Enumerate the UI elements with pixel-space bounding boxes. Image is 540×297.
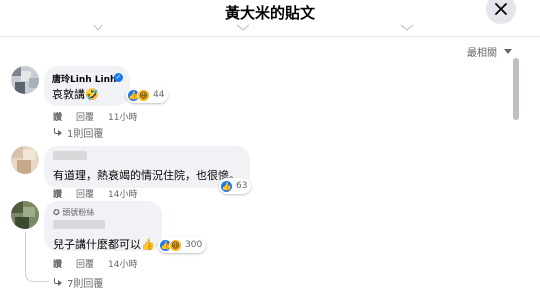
verified-badge-icon: ✓ xyxy=(114,73,123,82)
comment-actions: 讚 回覆 14小時 xyxy=(53,187,137,200)
timestamp[interactable]: 11小時 xyxy=(108,110,137,123)
fan-badge-icon: ✪ xyxy=(53,208,63,217)
comment-text: 哀敦講🤣 xyxy=(52,88,99,101)
reply-action[interactable]: 回覆 xyxy=(76,187,94,200)
replies-label: 1則回覆 xyxy=(67,129,104,140)
like-action[interactable]: 讚 xyxy=(53,110,62,123)
toolbar-center-icon xyxy=(236,24,250,31)
reply-arrow-icon xyxy=(53,278,62,287)
view-replies-link[interactable]: 1則回覆 xyxy=(53,125,103,140)
haha-icon: 😆 xyxy=(169,238,182,252)
comment-actions: 讚 回覆 14小時 xyxy=(53,257,137,270)
fan-badge-label: 頭號粉絲 xyxy=(62,208,95,217)
comment-actions: 讚 回覆 11小時 xyxy=(53,110,137,123)
scrollbar-thumb[interactable] xyxy=(513,58,519,120)
reply-action[interactable]: 回覆 xyxy=(76,257,94,270)
thread-connector xyxy=(25,262,49,282)
redacted-author xyxy=(53,151,87,160)
sort-dropdown[interactable]: 最相關 xyxy=(467,44,512,59)
toolbar-left-icon xyxy=(93,24,103,31)
like-action[interactable]: 讚 xyxy=(53,187,62,200)
reaction-summary[interactable]: 👍 63 xyxy=(219,178,252,194)
reply-arrow-icon xyxy=(53,128,62,137)
reply-action[interactable]: 回覆 xyxy=(76,110,94,123)
header-divider xyxy=(0,36,540,37)
avatar[interactable] xyxy=(11,66,39,94)
reaction-summary[interactable]: 👍 😆 44 xyxy=(126,87,169,103)
replies-label: 7則回覆 xyxy=(67,279,104,290)
comment-text: 有道理，熱衰竭的情況住院，也很慘。 xyxy=(53,169,240,182)
close-icon xyxy=(495,3,507,15)
timestamp[interactable]: 14小時 xyxy=(108,187,137,200)
like-icon: 👍 xyxy=(220,179,233,193)
scrollbar[interactable] xyxy=(510,56,522,297)
haha-icon: 😆 xyxy=(137,88,150,102)
dialog-title: 黃大米的貼文 xyxy=(224,4,315,22)
like-action[interactable]: 讚 xyxy=(53,257,62,270)
reaction-count: 44 xyxy=(153,90,165,100)
toolbar-right-icon xyxy=(400,24,414,31)
avatar[interactable] xyxy=(11,146,39,174)
chevron-down-icon xyxy=(504,49,512,54)
sort-label: 最相關 xyxy=(467,48,497,59)
avatar[interactable] xyxy=(11,201,39,229)
fan-badge: ✪ 頭號粉絲 xyxy=(53,207,94,218)
comment-author[interactable]: 唐玲Linh Linh xyxy=(52,72,116,85)
reaction-summary[interactable]: 👍 😆 300 xyxy=(158,237,207,253)
reaction-count: 63 xyxy=(236,181,248,191)
redacted-author xyxy=(53,220,105,229)
view-replies-link[interactable]: 7則回覆 xyxy=(53,275,103,290)
comment-text: 兒子講什麼都可以👍 xyxy=(53,238,155,251)
dialog-header: 黃大米的貼文 xyxy=(0,0,540,36)
timestamp[interactable]: 14小時 xyxy=(108,257,137,270)
reaction-count: 300 xyxy=(185,240,203,250)
